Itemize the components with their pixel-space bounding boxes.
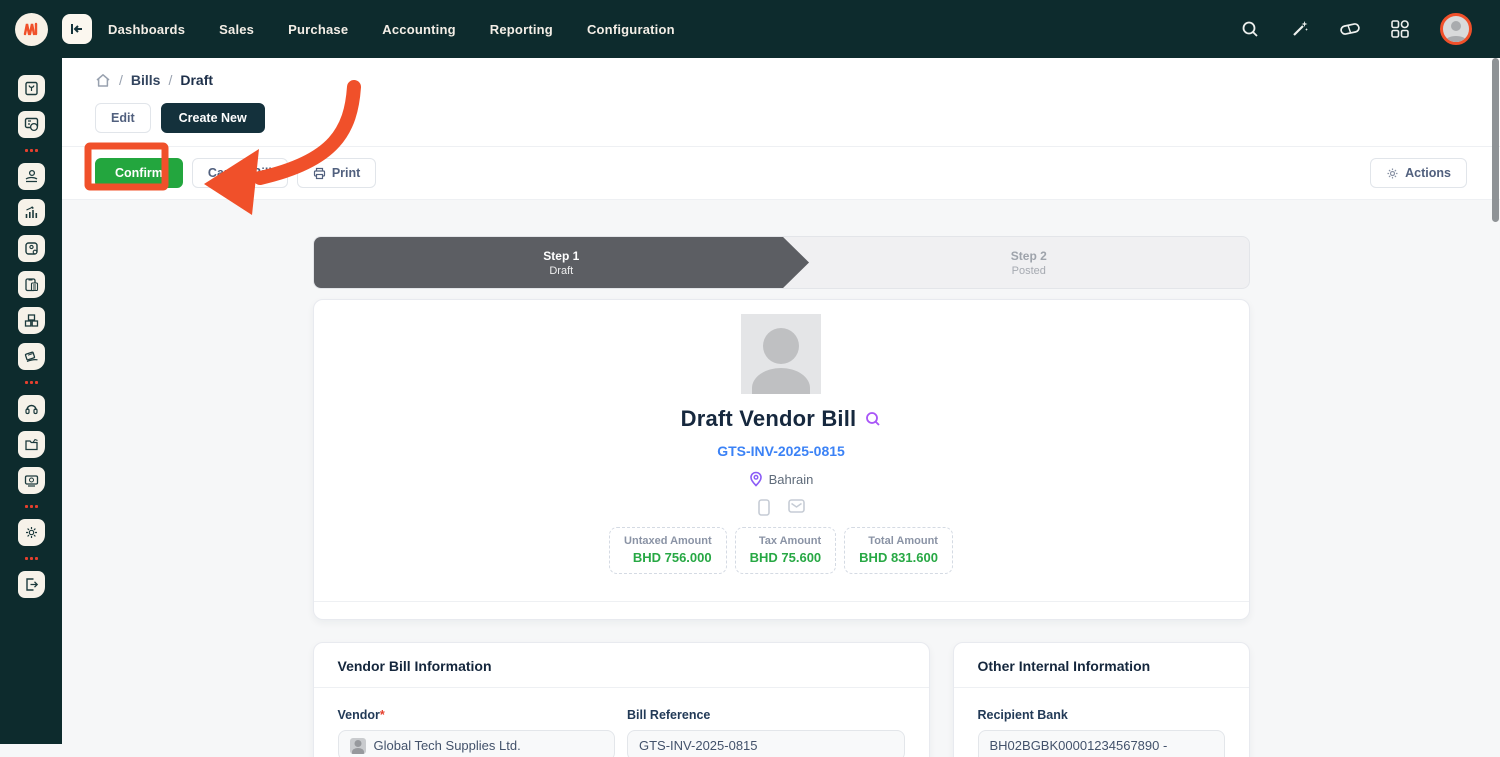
breadcrumb-bills[interactable]: Bills [131,72,161,88]
statusbar: Confirm Cancel Bill Print Actions [62,147,1500,199]
nav-accounting[interactable]: Accounting [382,22,456,37]
nav-dashboards[interactable]: Dashboards [108,22,185,37]
top-navigation-bar: Dashboards Sales Purchase Accounting Rep… [0,0,1500,58]
tax-amount-stat: Tax Amount BHD 75.600 [735,527,837,574]
monitor-icon[interactable] [18,467,45,494]
other-internal-information-title: Other Internal Information [954,643,1249,687]
step-2-posted[interactable]: Step 2 Posted [809,237,1248,288]
clipboard-calc-icon[interactable] [18,271,45,298]
scale-icon[interactable] [18,235,45,262]
planner-icon[interactable] [18,111,45,138]
untaxed-amount-stat: Untaxed Amount BHD 756.000 [609,527,727,574]
bill-title: Draft Vendor Bill [681,406,857,432]
brand-logo[interactable] [15,13,48,46]
magic-wand-icon[interactable] [1290,19,1310,39]
bill-summary-card: Draft Vendor Bill GTS-INV-2025-0815 Bahr… [313,299,1250,620]
folder-docs-icon[interactable] [18,431,45,458]
bill-card-footer [314,601,1249,619]
sidebar-divider-dots [25,503,38,510]
cancel-bill-button[interactable]: Cancel Bill [192,158,288,188]
bill-reference-field: Bill Reference GTS-INV-2025-0815 [627,708,905,757]
journal-icon[interactable] [18,75,45,102]
cash-register-icon[interactable] [18,343,45,370]
nav-configuration[interactable]: Configuration [587,22,675,37]
breadcrumb-separator: / [168,72,172,88]
search-icon[interactable] [1240,19,1260,39]
zoom-search-icon[interactable] [865,411,881,427]
other-internal-information-card: Other Internal Information Recipient Ban… [953,642,1250,757]
vendor-bill-information-card: Vendor Bill Information Vendor* Global T… [313,642,930,757]
page-header: / Bills / Draft Edit Create New Confirm … [62,58,1500,200]
vendor-mini-avatar [350,738,366,754]
nav-purchase[interactable]: Purchase [288,22,348,37]
location-pin-icon [749,471,763,487]
sidebar-divider-dots [25,555,38,562]
app-sidebar [0,58,62,744]
bill-country: Bahrain [769,472,814,487]
nav-reporting[interactable]: Reporting [490,22,553,37]
page-content: / Bills / Draft Edit Create New Confirm … [62,58,1500,744]
edit-button[interactable]: Edit [95,103,151,133]
main-nav: Dashboards Sales Purchase Accounting Rep… [108,22,675,37]
step-progress-bar: Step 1 Draft Step 2 Posted [313,236,1250,289]
apps-grid-icon[interactable] [1390,19,1410,39]
headset-icon[interactable] [18,395,45,422]
logout-icon[interactable] [18,571,45,598]
breadcrumb-separator: / [119,72,123,88]
sidebar-collapse-button[interactable] [62,14,92,44]
packages-icon[interactable] [18,307,45,334]
nav-sales[interactable]: Sales [219,22,254,37]
bill-amount-stats: Untaxed Amount BHD 756.000 Tax Amount BH… [609,527,953,574]
phone-icon[interactable] [758,499,770,516]
vertical-scrollbar[interactable] [1492,58,1499,222]
settings-gear-icon[interactable] [18,519,45,546]
confirm-button[interactable]: Confirm [95,158,183,188]
home-icon[interactable] [95,73,111,88]
recipient-bank-field: Recipient Bank BH02BGBK00001234567890 - … [978,708,1225,757]
brand-logo-icon [22,20,40,38]
analytics-icon[interactable] [18,199,45,226]
sidebar-collapse-icon [70,23,84,35]
actions-button[interactable]: Actions [1370,158,1467,188]
email-icon[interactable] [788,499,805,513]
create-new-button[interactable]: Create New [161,103,265,133]
gear-icon [1386,167,1399,180]
attachment-icon[interactable] [1340,19,1360,39]
total-amount-stat: Total Amount BHD 831.600 [844,527,953,574]
sidebar-divider-dots [25,379,38,386]
sidebar-divider-dots [25,147,38,154]
user-avatar[interactable] [1440,13,1472,45]
hand-coins-icon[interactable] [18,163,45,190]
print-button[interactable]: Print [297,158,376,188]
bill-reference-link[interactable]: GTS-INV-2025-0815 [717,443,845,459]
breadcrumb-current: Draft [180,72,213,88]
step-1-draft[interactable]: Step 1 Draft [314,237,810,288]
printer-icon [313,167,326,180]
vendor-avatar-placeholder [741,314,821,394]
vendor-field: Vendor* Global Tech Supplies Ltd. [338,708,616,757]
breadcrumb: / Bills / Draft [95,70,1467,88]
main-area: Step 1 Draft Step 2 Posted Draft Vendor … [62,200,1500,757]
vendor-bill-information-title: Vendor Bill Information [314,643,929,687]
